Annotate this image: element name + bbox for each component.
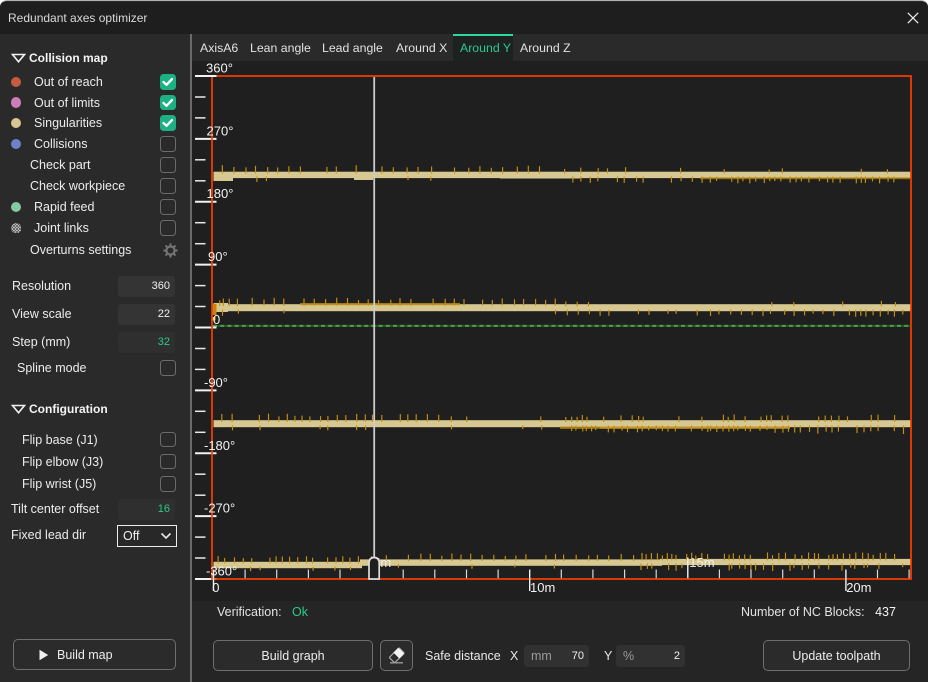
- svg-text:0: 0: [213, 312, 220, 327]
- svg-text:10m: 10m: [530, 580, 555, 595]
- svg-text:360°: 360°: [206, 61, 233, 76]
- svg-text:0: 0: [212, 580, 219, 595]
- svg-text:180°: 180°: [207, 186, 234, 201]
- svg-text:270°: 270°: [207, 123, 234, 138]
- svg-text:-90°: -90°: [204, 375, 228, 390]
- svg-text:20m: 20m: [846, 580, 871, 595]
- svg-text:-180°: -180°: [204, 438, 235, 453]
- svg-text:-270°: -270°: [204, 501, 235, 516]
- svg-text:90°: 90°: [208, 249, 228, 264]
- svg-text:-360°: -360°: [206, 564, 237, 579]
- svg-text:15m: 15m: [689, 555, 714, 570]
